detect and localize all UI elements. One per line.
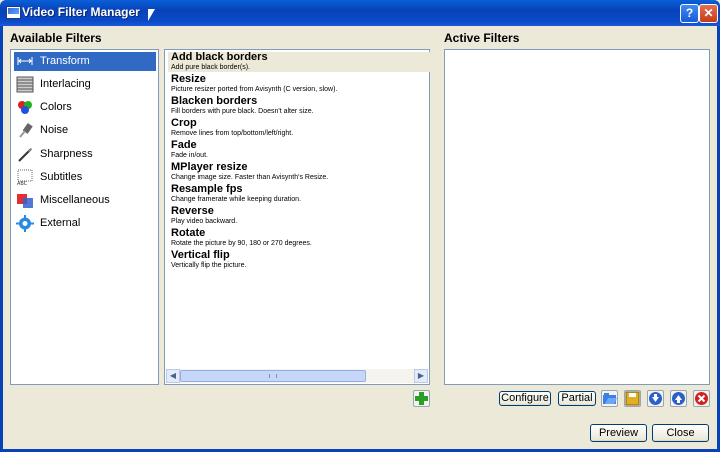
filter-description: Change framerate while keeping duration.: [171, 196, 301, 203]
close-window-button[interactable]: ✕: [699, 4, 718, 23]
preview-button[interactable]: Preview: [590, 424, 647, 442]
category-label: Miscellaneous: [40, 194, 110, 206]
category-colors[interactable]: Colors: [14, 98, 156, 117]
filter-description: Fill borders with pure black. Doesn't al…: [171, 108, 314, 115]
category-miscellaneous[interactable]: Miscellaneous: [14, 191, 156, 210]
svg-text:ABC: ABC: [17, 181, 28, 186]
filter-description: Remove lines from top/bottom/left/right.: [171, 130, 294, 137]
filter-name: Resize: [171, 73, 206, 85]
move-down-button[interactable]: [647, 390, 664, 407]
mouse-cursor-icon: [148, 9, 155, 21]
transform-icon: [16, 53, 34, 70]
filter-item-resize[interactable]: Resize Picture resizer ported from Avisy…: [168, 74, 430, 94]
window-title: Video Filter Manager: [22, 5, 140, 19]
filter-item-blacken-borders[interactable]: Blacken borders Fill borders with pure b…: [168, 96, 430, 116]
partial-button[interactable]: Partial: [558, 391, 596, 406]
category-subtitles[interactable]: ABC Subtitles: [14, 168, 156, 187]
colors-icon: [16, 99, 34, 116]
filter-item-vertical-flip[interactable]: Vertical flip Vertically flip the pictur…: [168, 250, 430, 270]
arrow-down-icon: [649, 392, 662, 405]
filter-name: Add black borders: [171, 51, 268, 63]
app-icon: [6, 6, 21, 19]
filter-name: Resample fps: [171, 183, 243, 195]
save-filter-list-button[interactable]: [624, 390, 641, 407]
filter-name: Fade: [171, 139, 197, 151]
scroll-right-icon[interactable]: ▶: [414, 369, 428, 383]
filter-description: Rotate the picture by 90, 180 or 270 deg…: [171, 240, 312, 247]
filter-description: Add pure black border(s).: [171, 64, 250, 71]
title-bar[interactable]: Video Filter Manager ? ✕: [0, 0, 720, 26]
active-filters-list[interactable]: [444, 49, 710, 385]
available-filters-label: Available Filters: [10, 31, 102, 45]
category-label: External: [40, 217, 81, 229]
category-transform[interactable]: Transform: [14, 52, 156, 71]
category-label: Sharpness: [40, 148, 93, 160]
scroll-left-icon[interactable]: ◀: [166, 369, 180, 383]
filter-item-mplayer-resize[interactable]: MPlayer resize Change image size. Faster…: [168, 162, 430, 182]
sharpness-icon: [16, 146, 34, 163]
save-icon: [625, 391, 640, 406]
filter-item-crop[interactable]: Crop Remove lines from top/bottom/left/r…: [168, 118, 430, 138]
filter-name: Reverse: [171, 205, 214, 217]
category-label: Transform: [40, 55, 90, 67]
remove-filter-button[interactable]: [693, 390, 710, 407]
help-button[interactable]: ?: [680, 4, 699, 23]
filter-name: MPlayer resize: [171, 161, 248, 173]
add-filter-button[interactable]: [413, 390, 430, 407]
horizontal-scrollbar[interactable]: ◀ ▶: [166, 369, 428, 383]
open-filter-list-button[interactable]: [601, 390, 618, 407]
filter-name: Vertical flip: [171, 249, 230, 261]
category-label: Noise: [40, 124, 69, 136]
category-sharpness[interactable]: Sharpness: [14, 145, 156, 164]
arrow-up-icon: [672, 392, 685, 405]
category-list[interactable]: Transform Interlacing Colors Noise Sharp…: [10, 49, 159, 385]
configure-button[interactable]: Configure: [499, 391, 551, 406]
category-label: Interlacing: [40, 78, 91, 90]
filter-name: Crop: [171, 117, 197, 129]
interlacing-icon: [16, 76, 34, 93]
filter-item-fade[interactable]: Fade Fade in/out.: [168, 140, 430, 160]
plus-icon: [415, 392, 428, 405]
scrollbar-thumb[interactable]: [180, 370, 366, 382]
filter-name: Blacken borders: [171, 95, 258, 107]
category-noise[interactable]: Noise: [14, 121, 156, 140]
external-icon: [16, 215, 34, 232]
filter-item-add-black-borders[interactable]: Add black borders Add pure black border(…: [168, 52, 430, 72]
filter-list[interactable]: Add black borders Add pure black border(…: [164, 49, 430, 385]
filter-item-rotate[interactable]: Rotate Rotate the picture by 90, 180 or …: [168, 228, 430, 248]
filter-description: Picture resizer ported from Avisynth (C …: [171, 86, 338, 93]
miscellaneous-icon: [16, 192, 34, 209]
close-button[interactable]: Close: [652, 424, 709, 442]
filter-description: Play video backward.: [171, 218, 238, 225]
filter-name: Rotate: [171, 227, 206, 239]
folder-open-icon: [603, 393, 617, 404]
subtitles-icon: ABC: [16, 169, 34, 187]
category-external[interactable]: External: [14, 214, 156, 233]
filter-item-resample-fps[interactable]: Resample fps Change framerate while keep…: [168, 184, 430, 204]
grip-icon: [269, 374, 277, 378]
filter-description: Fade in/out.: [171, 152, 208, 159]
remove-icon: [695, 392, 708, 405]
category-label: Subtitles: [40, 171, 83, 183]
noise-icon: [16, 122, 34, 139]
move-up-button[interactable]: [670, 390, 687, 407]
filter-item-reverse[interactable]: Reverse Play video backward.: [168, 206, 430, 226]
active-filters-label: Active Filters: [444, 31, 520, 45]
filter-description: Change image size. Faster than Avisynth'…: [171, 174, 329, 181]
category-interlacing[interactable]: Interlacing: [14, 75, 156, 94]
filter-description: Vertically flip the picture.: [171, 262, 247, 269]
category-label: Colors: [40, 101, 72, 113]
